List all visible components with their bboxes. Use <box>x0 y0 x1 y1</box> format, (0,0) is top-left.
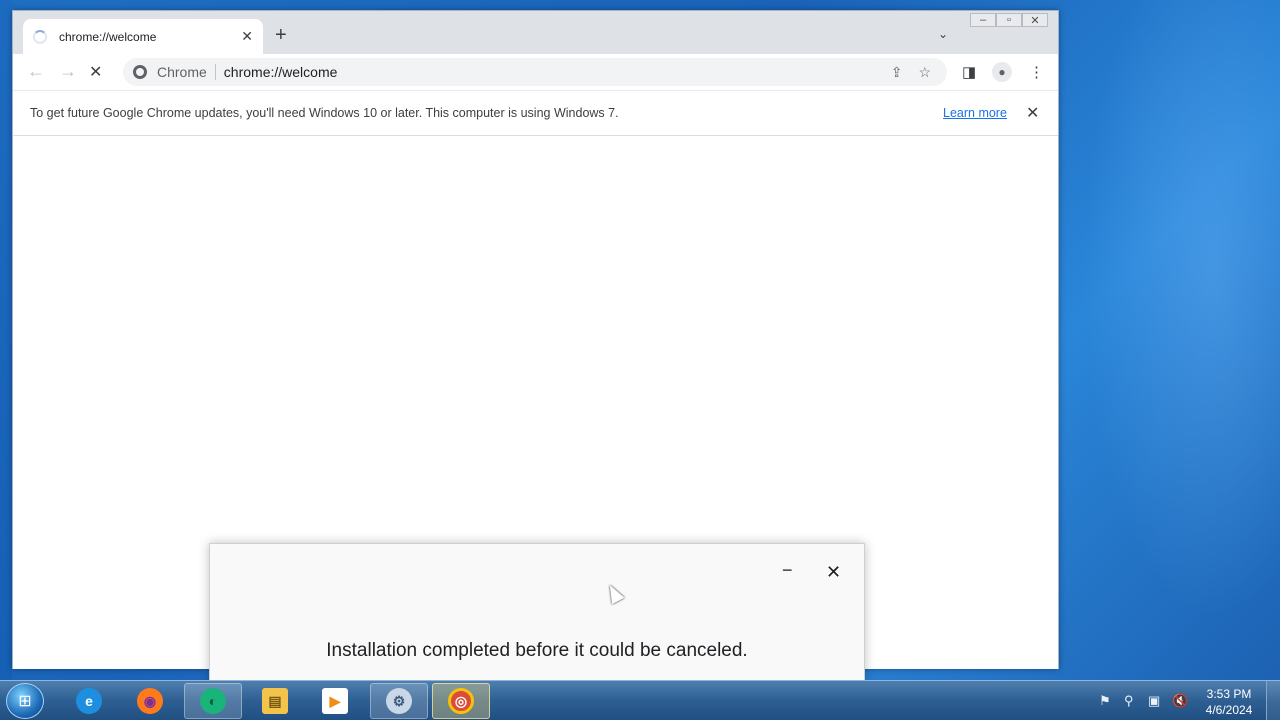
windows-logo-icon: ⊞ <box>18 693 32 710</box>
desktop-edge <box>0 0 12 680</box>
show-desktop-button[interactable] <box>1266 681 1280 720</box>
folder-icon: ▤ <box>262 688 288 714</box>
green-app-icon: ◐ <box>200 688 226 714</box>
new-tab-button[interactable]: + <box>275 25 287 45</box>
window-restore-button[interactable]: ▫ <box>996 13 1022 27</box>
window-controls: – ▫ ✕ <box>970 13 1048 27</box>
back-icon[interactable]: ← <box>27 61 45 82</box>
taskbar-media-player-button[interactable]: ▶ <box>306 683 364 719</box>
window-minimize-button[interactable]: – <box>970 13 996 27</box>
tab-welcome[interactable]: chrome://welcome ✕ <box>23 19 263 54</box>
firefox-icon: ◉ <box>137 688 163 714</box>
start-button[interactable]: ⊞ <box>6 683 44 719</box>
window-close-button[interactable]: ✕ <box>1022 13 1048 27</box>
installer-icon: ⚙ <box>386 688 412 714</box>
volume-muted-icon[interactable]: 🔇 <box>1172 693 1188 709</box>
browser-toolbar: ← → ✕ Chrome chrome://welcome ⇪ ☆ ◨ ● ⋮ <box>13 54 1058 90</box>
chrome-site-icon[interactable] <box>133 65 147 79</box>
installer-message: Installation completed before it could b… <box>326 640 748 661</box>
tab-title: chrome://welcome <box>59 29 157 44</box>
url-text[interactable]: chrome://welcome <box>224 64 891 80</box>
network-icon[interactable]: ▣ <box>1148 693 1160 709</box>
site-chip-label[interactable]: Chrome <box>157 64 216 80</box>
taskbar-green-app-button[interactable]: ◐ <box>184 683 242 719</box>
taskbar-firefox-button[interactable]: ◉ <box>121 683 179 719</box>
internet-explorer-icon: e <box>76 688 102 714</box>
stop-loading-icon[interactable]: ✕ <box>89 62 102 82</box>
bookmark-star-icon[interactable]: ☆ <box>918 64 931 81</box>
media-player-icon: ▶ <box>322 688 348 714</box>
tab-close-icon[interactable]: ✕ <box>241 28 253 45</box>
tab-strip: chrome://welcome ✕ + ⌄ – ▫ ✕ <box>13 11 1058 54</box>
tab-search-icon[interactable]: ⌄ <box>938 27 948 41</box>
learn-more-link[interactable]: Learn more <box>943 106 1007 120</box>
installer-close-button[interactable]: ✕ <box>826 562 841 583</box>
desktop-background <box>1060 0 1280 680</box>
installer-minimize-button[interactable]: − <box>782 560 793 581</box>
loading-spinner-icon <box>33 29 47 44</box>
search-tray-icon[interactable]: ⚲ <box>1124 693 1134 709</box>
clock-time: 3:53 PM <box>1206 687 1252 701</box>
installer-dialog: − ✕ Installation completed before it cou… <box>209 543 865 683</box>
taskbar-ie-button[interactable]: e <box>60 683 118 719</box>
clock-date: 4/6/2024 <box>1205 703 1253 717</box>
address-bar[interactable]: Chrome chrome://welcome ⇪ ☆ <box>123 58 947 86</box>
infobar-close-icon[interactable]: ✕ <box>1026 103 1039 123</box>
side-panel-icon[interactable]: ◨ <box>962 63 976 81</box>
chrome-icon: ◎ <box>448 688 474 714</box>
forward-icon[interactable]: → <box>59 61 77 82</box>
taskbar-explorer-button[interactable]: ▤ <box>246 683 304 719</box>
update-infobar: To get future Google Chrome updates, you… <box>13 90 1058 136</box>
infobar-message: To get future Google Chrome updates, you… <box>30 106 619 120</box>
taskbar-installer-button[interactable]: ⚙ <box>370 683 428 719</box>
share-icon[interactable]: ⇪ <box>891 64 903 81</box>
system-clock[interactable]: 3:53 PM 4/6/2024 <box>1198 686 1260 718</box>
taskbar: ⊞ e ◉ ◐ ▤ ▶ ⚙ ◎ ⚑ ⚲ ▣ 🔇 3:53 PM 4/6/2024 <box>0 680 1280 720</box>
taskbar-chrome-button[interactable]: ◎ <box>432 683 490 719</box>
profile-avatar-icon[interactable]: ● <box>992 62 1012 82</box>
menu-icon[interactable]: ⋮ <box>1029 63 1044 81</box>
action-center-flag-icon[interactable]: ⚑ <box>1099 693 1111 709</box>
